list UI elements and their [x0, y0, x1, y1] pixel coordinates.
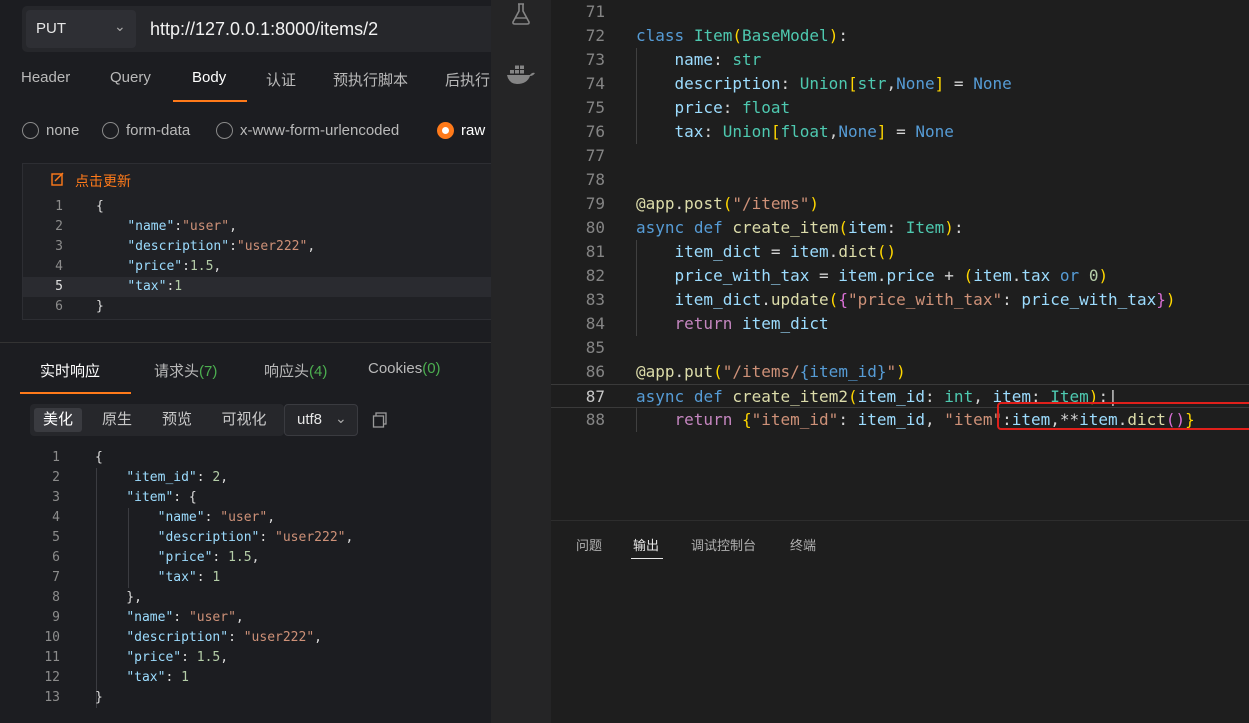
- tab-auth[interactable]: 认证: [266, 69, 296, 90]
- code-line: 80 async def create_item(item: Item):: [585, 218, 964, 237]
- pane-divider[interactable]: [0, 342, 491, 343]
- flask-icon[interactable]: [509, 2, 533, 26]
- code-line: 13}: [44, 690, 103, 705]
- encoding-label: utf8: [297, 411, 323, 428]
- tab-header[interactable]: Header: [21, 69, 70, 86]
- view-visualize-button[interactable]: 可视化: [214, 408, 274, 432]
- code-line: 82 price_with_tax = item.price + (item.t…: [585, 266, 1109, 285]
- code-line: 10 "description": "user222",: [44, 630, 322, 645]
- code-line: 8 },: [52, 590, 142, 605]
- view-pretty-button[interactable]: 美化: [34, 408, 82, 432]
- refresh-button[interactable]: 点击更新: [75, 171, 131, 191]
- radio-circle-icon: [216, 122, 233, 139]
- response-body-code: 1{ 2 "item_id": 2, 3 "item": { 4 "name":…: [20, 448, 491, 708]
- code-line: 74 description: Union[str,None] = None: [585, 74, 1012, 93]
- code-editor[interactable]: 71 72 class Item(BaseModel): 73 name: str…: [551, 0, 1249, 520]
- tab-post-script[interactable]: 后执行: [445, 69, 490, 90]
- request-body-code: 1{ 2 "name":"user", 3 "description":"use…: [23, 197, 491, 317]
- code-line-current: 5 "tax":1: [23, 277, 491, 297]
- code-line: 3 "item": {: [52, 490, 197, 505]
- code-line: 73 name: str: [585, 50, 762, 69]
- panel-tab-debug-console[interactable]: 调试控制台: [691, 535, 756, 554]
- code-line: 2 "item_id": 2,: [52, 470, 229, 485]
- view-raw-button[interactable]: 原生: [92, 408, 142, 432]
- radio-label: none: [46, 122, 80, 139]
- request-tabs: Header Query Body 认证 预执行脚本 后执行: [0, 62, 491, 104]
- tab-body[interactable]: Body: [192, 69, 226, 86]
- editor-toolbar: 点击更新: [23, 164, 491, 196]
- view-preview-button[interactable]: 预览: [152, 408, 202, 432]
- radio-label: raw: [461, 122, 486, 139]
- tab-request-headers[interactable]: 请求头(7): [154, 360, 217, 381]
- url-input[interactable]: http://127.0.0.1:8000/items/2: [150, 19, 378, 40]
- code-line: 85: [585, 338, 605, 357]
- code-line: 1{: [55, 199, 104, 214]
- code-line: 4 "price":1.5,: [55, 259, 222, 274]
- view-mode-switch: 美化 原生 预览 可视化: [30, 404, 284, 436]
- code-line: 83 item_dict.update({"price_with_tax": p…: [585, 290, 1176, 309]
- code-line: 76 tax: Union[float,None] = None: [585, 122, 954, 141]
- chevron-down-icon: ⌄: [335, 410, 347, 426]
- code-editor-pane: 71 72 class Item(BaseModel): 73 name: str…: [491, 0, 1249, 723]
- method-label: PUT: [36, 20, 66, 37]
- url-bar: PUT ⌄ http://127.0.0.1:8000/items/2: [22, 6, 491, 52]
- code-line: 77: [585, 146, 605, 165]
- code-line: 7 "tax": 1: [52, 570, 221, 585]
- active-tab-indicator: [20, 392, 131, 394]
- code-line: 86 @app.put("/items/{item_id}"): [585, 362, 906, 381]
- panel-tab-problems[interactable]: 问题: [576, 535, 602, 554]
- panel-tab-output[interactable]: 输出: [633, 535, 659, 554]
- code-line: 6}: [55, 299, 104, 314]
- method-select[interactable]: PUT ⌄: [26, 10, 136, 48]
- code-line: 72 class Item(BaseModel):: [585, 26, 848, 45]
- active-tab-indicator: [631, 558, 663, 559]
- code-line: 4 "name": "user",: [52, 510, 276, 525]
- code-line: 75 price: float: [585, 98, 791, 117]
- code-line: 3 "description":"user222",: [55, 239, 316, 254]
- code-line: 71: [585, 2, 605, 21]
- active-tab-indicator: [173, 100, 247, 102]
- code-line: 9 "name": "user",: [52, 610, 244, 625]
- request-body-editor[interactable]: 点击更新 1{ 2 "name":"user", 3 "description"…: [22, 163, 491, 320]
- code-line: 78: [585, 170, 605, 189]
- radio-label: x-www-form-urlencoded: [240, 122, 400, 139]
- chevron-down-icon: ⌄: [114, 18, 126, 34]
- code-line: 6 "price": 1.5,: [52, 550, 260, 565]
- tab-live-response[interactable]: 实时响应: [40, 360, 100, 381]
- tab-pre-script[interactable]: 预执行脚本: [333, 69, 408, 90]
- radio-circle-icon: [22, 122, 39, 139]
- activity-bar: [491, 0, 551, 723]
- body-type-selector: none form-data x-www-form-urlencoded raw: [0, 118, 491, 148]
- code-line: 1{: [52, 450, 103, 465]
- api-client-pane: PUT ⌄ http://127.0.0.1:8000/items/2 Head…: [0, 0, 491, 723]
- code-line: 2 "name":"user",: [55, 219, 237, 234]
- encoding-select[interactable]: utf8 ⌄: [284, 404, 358, 436]
- radio-label: form-data: [126, 122, 191, 139]
- tab-response-headers[interactable]: 响应头(4): [264, 360, 327, 381]
- code-line: 12 "tax": 1: [44, 670, 189, 685]
- response-tabs: 实时响应 请求头(7) 响应头(4) Cookies(0): [0, 348, 491, 394]
- highlight-annotation: [997, 402, 1249, 430]
- copy-icon[interactable]: [372, 412, 388, 428]
- radio-circle-icon: [102, 122, 119, 139]
- code-line: 79 @app.post("/items"): [585, 194, 820, 213]
- edit-icon: [51, 172, 64, 186]
- code-line: 81 item_dict = item.dict(): [585, 242, 897, 261]
- code-line: 11 "price": 1.5,: [44, 650, 229, 665]
- code-line: 84 return item_dict: [585, 314, 829, 333]
- radio-selected-icon: [437, 122, 454, 139]
- panel-tab-terminal[interactable]: 终端: [790, 535, 816, 554]
- tab-query[interactable]: Query: [110, 69, 151, 86]
- tab-cookies[interactable]: Cookies(0): [368, 360, 441, 377]
- bottom-panel: 问题 输出 调试控制台 终端: [551, 520, 1249, 723]
- code-line: 5 "description": "user222",: [52, 530, 354, 545]
- docker-icon[interactable]: [506, 62, 536, 86]
